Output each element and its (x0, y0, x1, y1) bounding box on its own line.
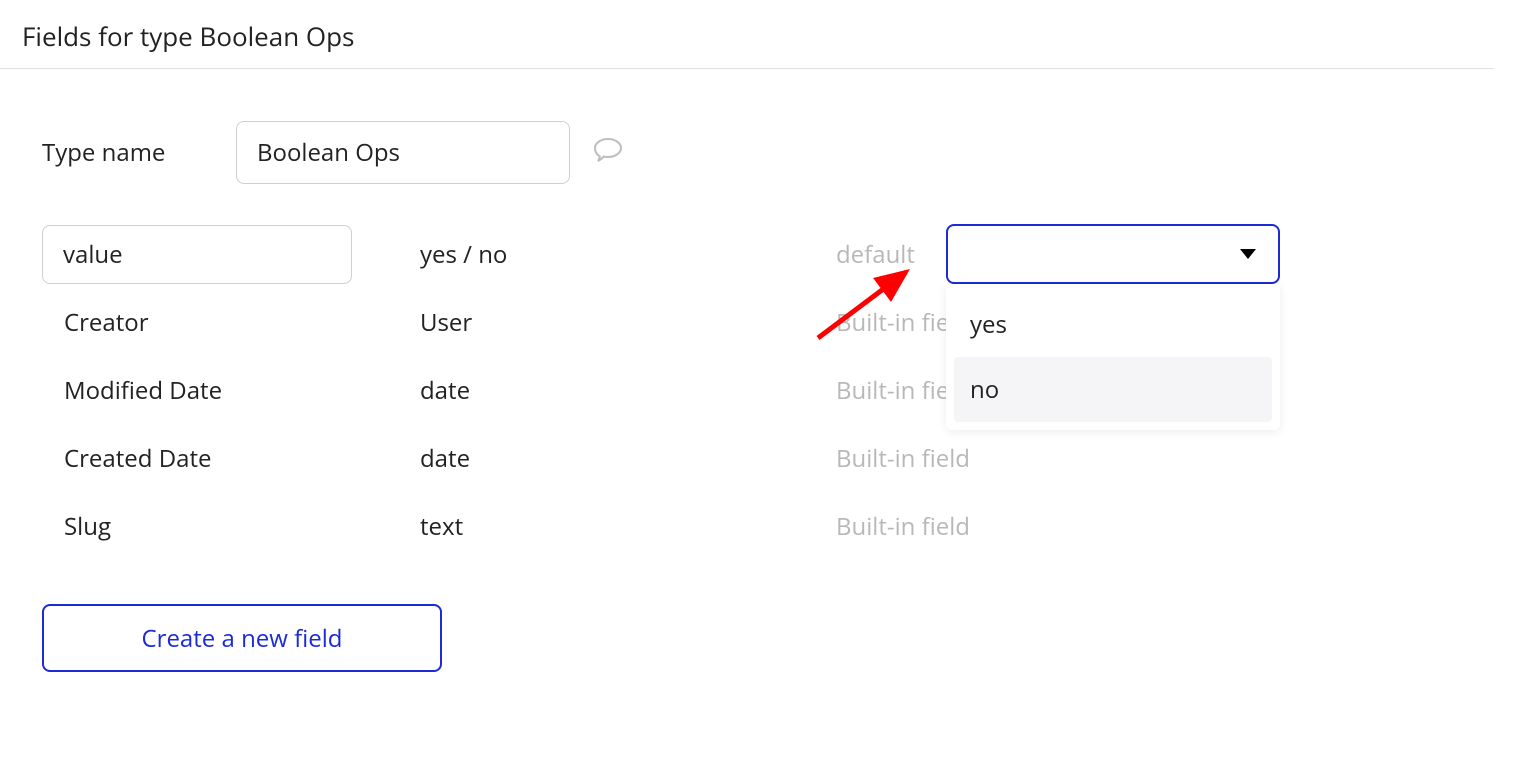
default-select[interactable] (946, 224, 1280, 284)
builtin-row-modified-date: Modified Date date Built-in field (42, 356, 1516, 424)
builtin-label: Built-in field (836, 510, 970, 543)
default-label: default (836, 238, 946, 271)
default-select-wrapper: yes no (946, 224, 1280, 284)
builtin-row-created-date: Created Date date Built-in field (42, 424, 1516, 492)
builtin-name: Created Date (42, 442, 420, 475)
field-type-label: yes / no (420, 238, 836, 271)
page-title: Fields for type Boolean Ops (0, 0, 1494, 69)
builtin-name: Creator (42, 306, 420, 339)
comment-icon[interactable] (592, 136, 624, 169)
content-area: Type name yes / no default yes no (0, 69, 1516, 672)
chevron-down-icon (1240, 249, 1256, 259)
builtin-name: Modified Date (42, 374, 420, 407)
type-name-row: Type name (42, 121, 1516, 184)
builtin-type: date (420, 442, 836, 475)
type-name-label: Type name (42, 136, 236, 169)
builtin-type: text (420, 510, 836, 543)
field-name-input[interactable] (42, 225, 352, 284)
dropdown-option-yes[interactable]: yes (954, 292, 1272, 357)
fields-area: yes / no default yes no Creator User Bui… (42, 220, 1516, 672)
builtin-name: Slug (42, 510, 420, 543)
custom-field-row: yes / no default yes no (42, 220, 1516, 288)
builtin-type: User (420, 306, 836, 339)
builtin-type: date (420, 374, 836, 407)
type-name-input[interactable] (236, 121, 570, 184)
builtin-row-creator: Creator User Built-in field (42, 288, 1516, 356)
dropdown-option-no[interactable]: no (954, 357, 1272, 422)
default-dropdown: yes no (946, 284, 1280, 430)
builtin-label: Built-in field (836, 442, 970, 475)
create-field-button[interactable]: Create a new field (42, 604, 442, 672)
builtin-row-slug: Slug text Built-in field (42, 492, 1516, 560)
